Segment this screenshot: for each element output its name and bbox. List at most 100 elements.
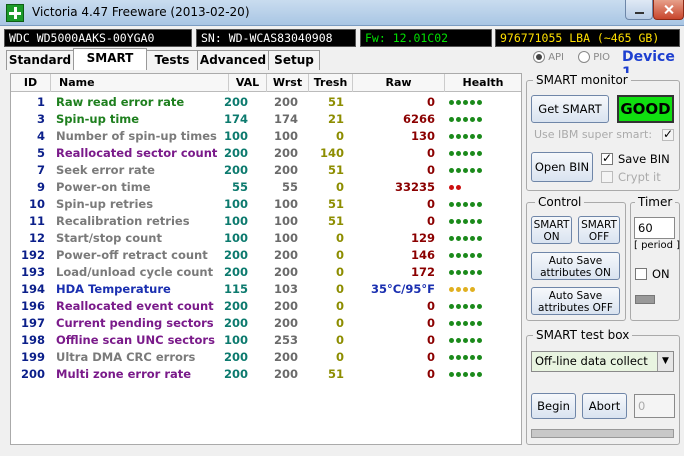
header-val[interactable]: VAL — [229, 74, 267, 92]
chevron-down-icon[interactable]: ▼ — [657, 352, 673, 371]
health-dot — [477, 168, 482, 173]
table-row[interactable]: 1 Raw read error rate 200 200 51 0 — [11, 94, 521, 111]
health-dot — [456, 236, 461, 241]
table-row[interactable]: 194 HDA Temperature 115 103 0 35°C/95°F — [11, 281, 521, 298]
drive-model: WDC WD5000AAKS-00YGA0 — [4, 29, 192, 47]
table-row[interactable]: 198 Offline scan UNC sectors 100 253 0 0 — [11, 332, 521, 349]
smart-off-button[interactable]: SMART OFF — [578, 216, 620, 244]
attribute-name: Power-on time — [56, 180, 151, 194]
header-tresh[interactable]: Tresh — [309, 74, 353, 92]
timer-on-checkbox[interactable] — [635, 268, 647, 280]
attribute-raw: 146 — [410, 248, 435, 262]
attribute-val: 55 — [231, 180, 248, 194]
timer-period-input[interactable]: 60 — [634, 217, 675, 239]
health-indicator — [449, 230, 509, 247]
attribute-id: 196 — [20, 299, 45, 313]
table-row[interactable]: 7 Seek error rate 200 200 51 0 — [11, 162, 521, 179]
health-dot — [456, 151, 461, 156]
autosave-on-button[interactable]: Auto Save attributes ON — [531, 252, 620, 280]
attribute-id: 11 — [28, 214, 45, 228]
smart-attributes-table[interactable]: ID Name VAL Wrst Tresh Raw Health 1 Raw r… — [10, 73, 522, 445]
health-dot — [463, 168, 468, 173]
health-dot — [470, 355, 475, 360]
attribute-val: 200 — [223, 163, 248, 177]
table-row[interactable]: 4 Number of spin-up times 100 100 0 130 — [11, 128, 521, 145]
test-type-select[interactable]: Off-line data collect ▼ — [531, 351, 674, 372]
attribute-threshold: 0 — [335, 316, 344, 330]
begin-button[interactable]: Begin — [531, 393, 576, 419]
health-indicator — [449, 145, 509, 162]
table-row[interactable]: 196 Reallocated event count 200 200 0 0 — [11, 298, 521, 315]
attribute-name: Multi zone error rate — [56, 367, 192, 381]
pio-mode-option[interactable]: PIO — [578, 51, 610, 63]
attribute-worst: 200 — [273, 350, 298, 364]
table-row[interactable]: 200 Multi zone error rate 200 200 51 0 — [11, 366, 521, 383]
table-row[interactable]: 197 Current pending sectors 200 200 0 0 — [11, 315, 521, 332]
tab-advanced[interactable]: Advanced — [197, 50, 269, 70]
tab-setup[interactable]: Setup — [268, 50, 320, 70]
health-dot — [477, 253, 482, 258]
table-row[interactable]: 12 Start/stop count 100 100 0 129 — [11, 230, 521, 247]
timer-period-label: [ period ] — [634, 240, 681, 251]
table-row[interactable]: 5 Reallocated sector count 200 200 140 0 — [11, 145, 521, 162]
health-dot — [456, 270, 461, 275]
open-bin-button[interactable]: Open BIN — [531, 152, 593, 182]
autosave-off-button[interactable]: Auto Save attributes OFF — [531, 287, 620, 315]
tab-tests[interactable]: Tests — [146, 50, 198, 70]
smart-on-button[interactable]: SMART ON — [531, 216, 572, 244]
table-row[interactable]: 11 Recalibration retries 100 100 51 0 — [11, 213, 521, 230]
crypt-checkbox[interactable] — [601, 171, 613, 183]
attribute-name: Seek error rate — [56, 163, 155, 177]
attribute-id: 9 — [36, 180, 45, 194]
smart-test-box-title: SMART test box — [533, 328, 633, 342]
api-radio[interactable] — [533, 51, 545, 63]
health-dot — [449, 355, 454, 360]
table-row[interactable]: 192 Power-off retract count 200 200 0 146 — [11, 247, 521, 264]
health-dot — [449, 236, 454, 241]
device-label[interactable]: Device 1 — [622, 49, 684, 81]
health-indicator — [449, 196, 509, 213]
close-button[interactable] — [653, 0, 684, 20]
header-name[interactable]: Name — [51, 74, 229, 92]
health-indicator — [449, 298, 509, 315]
health-indicator — [449, 94, 509, 111]
table-row[interactable]: 193 Load/unload cycle count 200 200 0 172 — [11, 264, 521, 281]
attribute-threshold: 51 — [327, 95, 344, 109]
attribute-name: Number of spin-up times — [56, 129, 217, 143]
table-row[interactable]: 9 Power-on time 55 55 0 33235 — [11, 179, 521, 196]
header-wrst[interactable]: Wrst — [267, 74, 309, 92]
abort-button[interactable]: Abort — [582, 393, 627, 419]
header-raw[interactable]: Raw — [353, 74, 445, 92]
attribute-raw: 33235 — [394, 180, 435, 194]
table-row[interactable]: 199 Ultra DMA CRC errors 200 200 0 0 — [11, 349, 521, 366]
minimize-button[interactable] — [625, 0, 653, 20]
header-id[interactable]: ID — [11, 74, 51, 92]
ibm-super-smart-checkbox[interactable] — [662, 127, 674, 141]
save-bin-checkbox[interactable] — [601, 151, 613, 165]
api-mode-option[interactable]: API — [533, 51, 564, 63]
health-dot — [477, 134, 482, 139]
health-dot — [449, 372, 454, 377]
attribute-raw: 129 — [410, 231, 435, 245]
tab-smart[interactable]: SMART — [73, 48, 147, 70]
pio-radio[interactable] — [578, 51, 590, 63]
health-dot — [449, 270, 454, 275]
health-dot — [470, 270, 475, 275]
health-dot — [477, 304, 482, 309]
attribute-val: 174 — [223, 112, 248, 126]
health-dot — [449, 134, 454, 139]
attribute-worst: 100 — [273, 197, 298, 211]
attribute-val: 200 — [223, 265, 248, 279]
table-row[interactable]: 10 Spin-up retries 100 100 51 0 — [11, 196, 521, 213]
attribute-worst: 200 — [273, 299, 298, 313]
attribute-worst: 174 — [273, 112, 298, 126]
header-health[interactable]: Health — [445, 74, 521, 92]
health-dot — [470, 236, 475, 241]
health-dot — [449, 219, 454, 224]
title-bar[interactable]: Victoria 4.47 Freeware (2013-02-20) — [0, 0, 684, 26]
get-smart-button[interactable]: Get SMART — [531, 95, 609, 123]
attribute-id: 193 — [20, 265, 45, 279]
health-dot — [463, 202, 468, 207]
tab-standard[interactable]: Standard — [6, 50, 74, 70]
table-row[interactable]: 3 Spin-up time 174 174 21 6266 — [11, 111, 521, 128]
